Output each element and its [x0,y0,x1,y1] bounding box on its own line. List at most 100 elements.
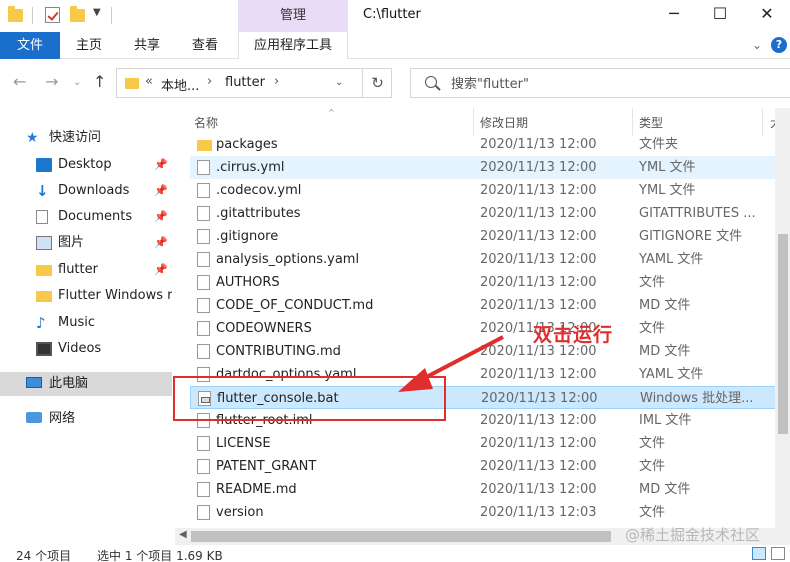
navigation-pane: ★ 快速访问 Desktop 📌 ↓ Downloads 📌 Documents… [0,110,172,540]
recent-locations-chevron-icon[interactable]: ⌄ [73,77,81,88]
large-icons-view-icon[interactable] [771,547,785,560]
forward-arrow-icon[interactable]: → [45,72,58,91]
file-type: YML 文件 [639,183,696,198]
new-folder-icon[interactable] [70,6,86,24]
refresh-button[interactable]: ↻ [362,68,392,98]
file-type: 文件 [639,459,666,474]
file-name: .gitignore [216,229,279,244]
sidebar-item-videos[interactable]: Videos [0,337,172,361]
tab-application-tools[interactable]: 应用程序工具 [238,32,348,59]
details-view-icon[interactable] [752,547,766,560]
sidebar-item-desktop[interactable]: Desktop 📌 [0,153,172,177]
search-input[interactable] [451,74,771,94]
manage-tab[interactable]: 管理 [238,0,348,32]
horizontal-scroll-thumb[interactable] [191,531,611,542]
table-row[interactable]: .gitignore 2020/11/13 12:00 GITIGNORE 文件 [190,225,790,248]
file-modified-date: 2020/11/13 12:00 [480,160,597,175]
sidebar-item-quick-access[interactable]: ★ 快速访问 [0,126,172,150]
table-row[interactable]: .gitattributes 2020/11/13 12:00 GITATTRIBU… [190,202,790,225]
pin-icon[interactable]: 📌 [154,258,168,282]
sidebar-item-flutter[interactable]: flutter 📌 [0,258,172,282]
network-icon [26,412,42,423]
file-name: packages [216,137,278,152]
file-icon [197,298,210,313]
column-header-name[interactable]: 名称 [194,111,218,135]
ribbon-collapse-icon[interactable]: ⌄ [752,38,762,52]
quick-access-dropdown-icon[interactable]: ▼ [93,7,101,18]
sidebar-item-documents[interactable]: Documents 📌 [0,205,172,229]
file-name: README.md [216,482,297,497]
pin-icon[interactable]: 📌 [154,179,168,203]
pin-icon[interactable]: 📌 [154,205,168,229]
file-name: PATENT_GRANT [216,459,317,474]
search-box[interactable] [410,68,790,98]
file-type: MD 文件 [639,344,691,359]
desktop-icon [36,158,52,172]
chevron-right-icon[interactable]: › [274,74,279,89]
file-modified-date: 2020/11/13 12:00 [480,275,597,290]
table-row[interactable]: packages 2020/11/13 12:00 文件夹 [190,133,790,156]
table-row[interactable]: LICENSE 2020/11/13 12:00 文件 [190,432,790,455]
file-type: Windows 批处理... [640,391,754,406]
file-modified-date: 2020/11/13 12:00 [480,206,597,221]
sidebar-item-music[interactable]: ♪ Music [0,311,172,335]
table-row[interactable]: PATENT_GRANT 2020/11/13 12:00 文件 [190,455,790,478]
tab-file[interactable]: 文件 [0,32,60,59]
table-row[interactable]: .cirrus.yml 2020/11/13 12:00 YML 文件 [190,156,790,179]
sidebar-item-downloads[interactable]: ↓ Downloads 📌 [0,179,172,203]
help-icon[interactable]: ? [771,37,787,53]
column-divider[interactable] [473,108,474,136]
file-icon [197,252,210,267]
column-divider[interactable] [632,108,633,136]
table-row[interactable]: version 2020/11/13 12:03 文件 [190,501,790,524]
column-header-type[interactable]: 类型 [639,111,663,135]
breadcrumb-local-disk[interactable]: 本地... [161,75,199,94]
table-row[interactable]: analysis_options.yaml 2020/11/13 12:00 YAM… [190,248,790,271]
file-modified-date: 2020/11/13 12:00 [480,252,597,267]
vertical-scrollbar[interactable] [775,108,790,545]
address-dropdown-icon[interactable]: ⌄ [335,77,343,88]
sidebar-item-pictures[interactable]: 图片 📌 [0,231,172,255]
maximize-button[interactable]: ☐ [697,0,743,30]
table-row[interactable]: .codecov.yml 2020/11/13 12:00 YML 文件 [190,179,790,202]
up-arrow-icon[interactable]: ↑ [93,72,106,91]
watermark: @稀土掘金技术社区 [625,526,761,544]
column-divider[interactable] [762,108,763,136]
address-bar[interactable]: « 本地... › flutter › [116,68,392,98]
vertical-scroll-thumb[interactable] [778,234,788,434]
toolbar-divider [32,7,33,24]
column-header-date[interactable]: 修改日期 [480,111,528,135]
tab-share[interactable]: 共享 [134,32,160,59]
picture-icon [36,236,52,250]
sidebar-item-network[interactable]: 网络 [0,407,172,431]
file-modified-date: 2020/11/13 12:03 [480,505,597,520]
minimize-button[interactable]: ─ [651,0,697,30]
file-name: CODE_OF_CONDUCT.md [216,298,374,313]
file-name: version [216,505,264,520]
table-row[interactable]: AUTHORS 2020/11/13 12:00 文件 [190,271,790,294]
status-bar: 24 个项目 选中 1 个项目 1.69 KB [0,546,790,562]
pin-icon[interactable]: 📌 [154,231,168,255]
pin-icon[interactable]: 📌 [154,153,168,177]
table-row[interactable]: CODEOWNERS 2020/11/13 12:00 文件 [190,317,790,340]
file-modified-date: 2020/11/13 12:00 [480,413,597,428]
sidebar-item-this-pc[interactable]: 此电脑 [0,372,172,396]
breadcrumb-flutter[interactable]: flutter [225,75,265,90]
music-icon: ♪ [36,314,46,332]
file-icon [197,321,210,336]
table-row[interactable]: CODE_OF_CONDUCT.md 2020/11/13 12:00 MD 文件 [190,294,790,317]
sidebar-item-flutter-windows[interactable]: Flutter Windows r [0,284,172,308]
chevron-right-icon[interactable]: › [207,74,212,89]
scroll-left-icon[interactable]: ◀ [179,529,187,540]
file-modified-date: 2020/11/13 12:00 [480,436,597,451]
folder-icon[interactable] [8,6,24,24]
tab-home[interactable]: 主页 [76,32,102,59]
breadcrumb-overflow[interactable]: « [145,74,153,89]
table-row[interactable]: README.md 2020/11/13 12:00 MD 文件 [190,478,790,501]
close-button[interactable]: ✕ [744,0,790,30]
table-row[interactable]: CONTRIBUTING.md 2020/11/13 12:00 MD 文件 [190,340,790,363]
file-name: CONTRIBUTING.md [216,344,341,359]
tab-view[interactable]: 查看 [192,32,218,59]
back-arrow-icon[interactable]: ← [13,72,26,91]
properties-check-icon[interactable] [45,6,61,24]
